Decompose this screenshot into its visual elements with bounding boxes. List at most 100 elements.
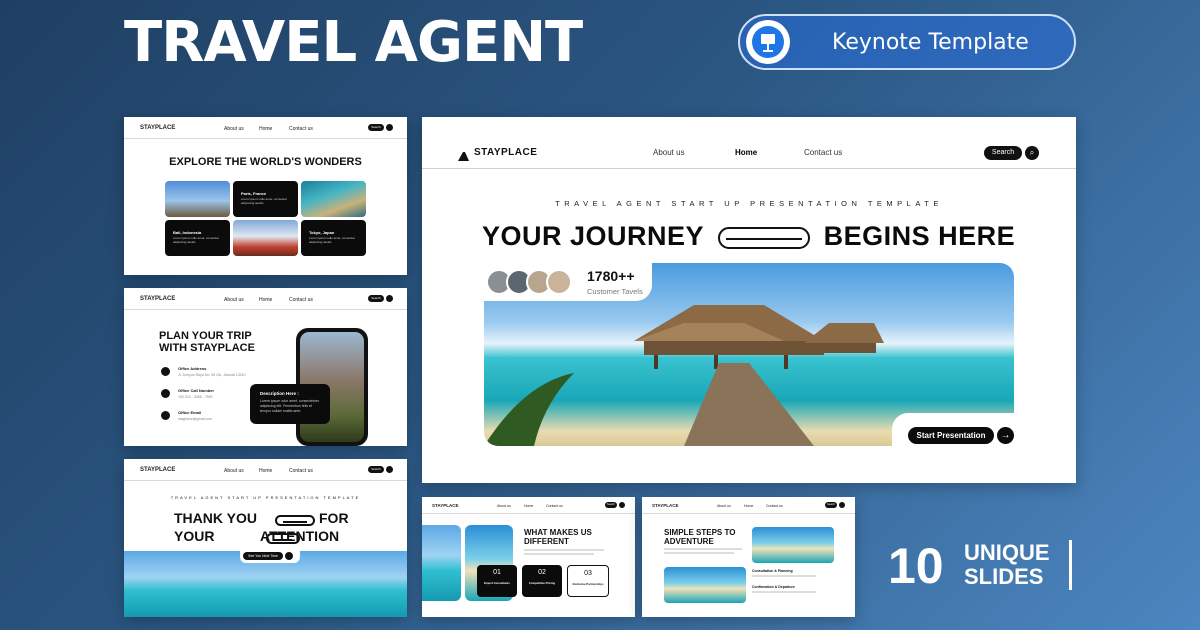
nav-about: About us	[224, 297, 244, 303]
step-item-label: Consultation & Planning	[752, 569, 793, 573]
nav-home: Home	[259, 297, 273, 303]
nav-contact: Contact us	[289, 297, 313, 303]
start-presentation-button[interactable]: Start Presentation	[908, 427, 994, 444]
plan-title-line1: PLAN YOUR TRIP	[159, 330, 252, 342]
customer-avatars	[486, 269, 578, 295]
nav-about: About us	[224, 468, 244, 474]
slide-brand: STAYPLACE	[140, 296, 176, 302]
step-card-03: 03 Exclusive Partnerships	[567, 565, 609, 597]
keynote-presentation-icon	[746, 20, 790, 64]
slide-steps-thumbnail: STAYPLACE About us Home Contact us Searc…	[642, 497, 855, 617]
slide-thanks-thumbnail: STAYPLACE About us Home Contact us Searc…	[124, 459, 407, 617]
step-label: Expert Consultants	[484, 581, 510, 585]
keynote-template-badge: Keynote Template	[738, 14, 1076, 70]
see-you-button[interactable]: See You Next Time	[243, 552, 283, 560]
nav-home: Home	[259, 126, 273, 132]
step-card-01: 01 Expert Consultants	[477, 565, 517, 597]
slide-nav: STAYPLACE About us Home Contact us Searc…	[124, 117, 407, 139]
step-label: Exclusive Partnerships	[572, 582, 604, 586]
arrow-right-icon[interactable]: →	[997, 427, 1014, 444]
airplane-logo-icon	[458, 148, 469, 161]
island-photo	[664, 567, 746, 603]
slide-count: 10	[888, 538, 944, 594]
slide-brand: STAYPLACE	[652, 503, 679, 508]
customer-count: 1780++	[587, 268, 635, 284]
divider-bar	[1069, 540, 1072, 590]
contact-value: +62 012 - 3456 - 7890	[178, 395, 213, 399]
search-button[interactable]: Search	[984, 146, 1022, 160]
customer-count-label: Customer Tavels	[587, 287, 643, 296]
card-text: Lorem ipsum odio amet, consectet adipisc…	[309, 236, 355, 244]
ocean-photo	[422, 525, 461, 601]
nav-home: Home	[524, 504, 534, 508]
nav-about-us[interactable]: About us	[653, 148, 685, 157]
search-pill: Search	[368, 295, 384, 302]
search-icon	[386, 295, 393, 302]
cover-subtitle: TRAVEL AGENT START UP PRESENTATION TEMPL…	[555, 199, 943, 208]
destination-card-tokyo: Tokyo, Japan Lorem ipsum odio amet, cons…	[301, 220, 366, 256]
headline-part-b: BEGINS HERE	[823, 221, 1016, 251]
arrow-pill-icon	[275, 515, 315, 526]
description-card: Description Here : Lorem ipsum odor amet…	[250, 384, 330, 424]
email-icon	[161, 411, 170, 420]
nav-divider	[422, 168, 1076, 169]
keynote-template-label: Keynote Template	[832, 29, 1029, 55]
slide-explore-thumbnail: STAYPLACE About us Home Contact us Searc…	[124, 117, 407, 275]
search-pill: Search	[368, 466, 384, 473]
nav-home: Home	[259, 468, 273, 474]
nav-home[interactable]: Home	[735, 148, 757, 157]
search-icon	[386, 466, 393, 473]
thanks-line2-a: YOUR	[174, 528, 215, 544]
different-title-line1: WHAT MAKES US	[524, 528, 592, 537]
step-number: 02	[538, 569, 546, 576]
search-pill: Search	[368, 124, 384, 131]
main-brand: STAYPLACE	[474, 147, 538, 158]
slide-nav: STAYPLACE About us Home Contact us Searc…	[124, 288, 407, 310]
card-text: Lorem ipsum odio amet, consectet adipisc…	[241, 197, 287, 205]
steps-title-line2: ADVENTURE	[664, 537, 714, 546]
slide-nav: STAYPLACE About us Home Contact us Searc…	[642, 497, 855, 514]
destination-card-bali: Bali, Indonesia Lorem ipsum odio amet, c…	[165, 220, 230, 256]
slide-brand: STAYPLACE	[140, 467, 176, 473]
slide-plan-thumbnail: STAYPLACE About us Home Contact us Searc…	[124, 288, 407, 446]
thanks-subtitle: TRAVEL AGENT START UP PRESENTATION TEMPL…	[170, 495, 361, 500]
nav-home: Home	[744, 504, 754, 508]
card-place: Bali, Indonesia	[173, 230, 202, 235]
plan-title-line2: WITH STAYPLACE	[159, 342, 255, 354]
slide-nav: STAYPLACE About us Home Contact us Searc…	[124, 459, 407, 481]
mount-fuji-photo	[233, 220, 298, 256]
map-pin-icon	[161, 367, 170, 376]
description-title: Description Here :	[260, 391, 299, 396]
search-icon[interactable]: ⌕	[1025, 146, 1039, 160]
slide-nav: STAYPLACE About us Home Contact us Searc…	[422, 497, 635, 514]
thanks-line1-a: THANK YOU	[174, 510, 257, 526]
contact-label: Office Email	[178, 410, 202, 415]
resort-photo	[752, 527, 834, 563]
thanks-line2-b: ATTENTION	[260, 528, 340, 544]
arrow-right-icon	[285, 552, 293, 560]
nav-contact: Contact us	[289, 468, 313, 474]
phone-icon	[161, 389, 170, 398]
search-icon	[386, 124, 393, 131]
contact-label: Office Call Number	[178, 388, 215, 393]
different-title-line2: DIFFERENT	[524, 537, 569, 546]
arrow-pill-icon	[717, 226, 810, 249]
nav-about: About us	[497, 504, 511, 508]
search-icon	[619, 502, 625, 508]
step-card-02: 02 Competitive Pricing	[522, 565, 562, 597]
contact-value: Jl. Jempus Raya No. 56 Cib, Jakarta 1341…	[178, 373, 246, 377]
search-icon	[839, 502, 845, 508]
thanks-line1-b: FOR	[319, 510, 349, 526]
card-text: Lorem ipsum odio amet, consectet adipisc…	[173, 236, 219, 244]
contact-label: Office Address	[178, 366, 207, 371]
text-line	[752, 591, 816, 593]
search-pill: Search	[825, 502, 837, 508]
description-text: Lorem ipsum odor amet, consectetuer adip…	[260, 399, 319, 413]
nav-contact: Contact us	[289, 126, 313, 132]
nav-contact-us[interactable]: Contact us	[804, 148, 842, 157]
step-item-label: Confirmation & Departure	[752, 585, 795, 589]
text-line	[664, 548, 742, 550]
nav-contact: Contact us	[546, 504, 563, 508]
step-number: 01	[493, 569, 501, 576]
destination-card-paris: Paris, France Lorem ipsum odio amet, con…	[233, 181, 298, 217]
